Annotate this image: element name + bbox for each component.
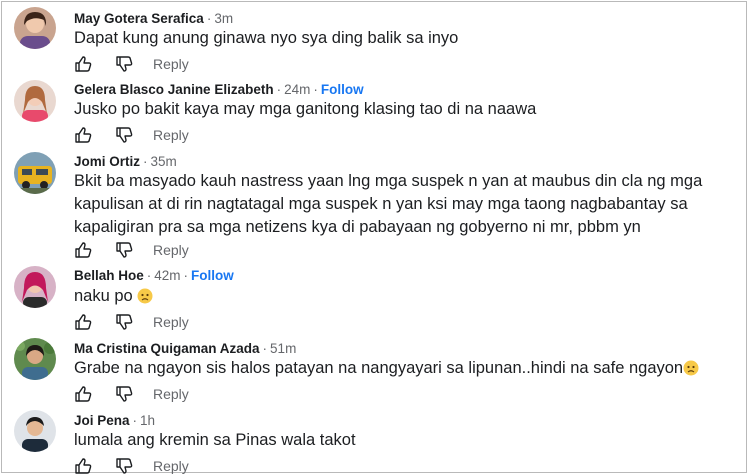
comment-text: Bkit ba masyado kauh nastress yaan lng m… (74, 172, 703, 236)
comment-text: lumala ang kremin sa Pinas wala takot (74, 431, 356, 449)
avatar[interactable] (14, 152, 56, 194)
timestamp[interactable]: 24m (284, 82, 310, 97)
reply-button[interactable]: Reply (153, 458, 189, 474)
comment-actions: Reply (74, 125, 189, 145)
follow-button[interactable]: Follow (191, 268, 234, 283)
comment-meta: May Gotera Serafica · 3m (74, 10, 233, 27)
comment-meta: Bellah Hoe · 42m · Follow (74, 267, 234, 284)
separator: · (276, 82, 282, 97)
thumbs-down-icon[interactable] (115, 313, 133, 331)
author-name[interactable]: Bellah Hoe (74, 268, 144, 283)
author-name[interactable]: May Gotera Serafica (74, 11, 204, 26)
worried-face-emoji-icon (683, 360, 699, 376)
timestamp[interactable]: 1h (140, 413, 155, 428)
avatar[interactable] (14, 80, 56, 122)
thumbs-down-icon[interactable] (115, 241, 133, 259)
avatar[interactable] (14, 338, 56, 380)
reply-button[interactable]: Reply (153, 56, 189, 72)
thumbs-up-icon[interactable] (74, 313, 92, 331)
comment-actions: Reply (74, 240, 189, 260)
author-name[interactable]: Ma Cristina Quigaman Azada (74, 341, 260, 356)
comment-meta: Jomi Ortiz · 35m (74, 153, 177, 170)
author-name[interactable]: Gelera Blasco Janine Elizabeth (74, 82, 274, 97)
separator: · (143, 154, 148, 169)
reply-button[interactable]: Reply (153, 386, 189, 402)
separator: · (183, 268, 189, 283)
timestamp[interactable]: 35m (151, 154, 177, 169)
thumbs-up-icon[interactable] (74, 385, 92, 403)
comment-actions: Reply (74, 384, 189, 404)
thumbs-up-icon[interactable] (74, 241, 92, 259)
comment-actions: Reply (74, 312, 189, 332)
reply-button[interactable]: Reply (153, 242, 189, 258)
timestamp[interactable]: 42m (154, 268, 180, 283)
avatar[interactable] (14, 410, 56, 452)
thumbs-down-icon[interactable] (115, 126, 133, 144)
thumbs-down-icon[interactable] (115, 55, 133, 73)
timestamp[interactable]: 51m (270, 341, 296, 356)
comment-meta: Joi Pena · 1h (74, 412, 155, 429)
separator: · (206, 11, 212, 26)
thumbs-up-icon[interactable] (74, 126, 92, 144)
worried-face-emoji-icon (137, 288, 153, 304)
reply-button[interactable]: Reply (153, 127, 189, 143)
comment-meta: Gelera Blasco Janine Elizabeth · 24m · Follo… (74, 81, 364, 98)
comment-text-content: Grabe na ngayon sis halos patayan na nan… (74, 359, 684, 377)
thumbs-down-icon[interactable] (115, 385, 133, 403)
author-name[interactable]: Joi Pena (74, 413, 130, 428)
thumbs-up-icon[interactable] (74, 55, 92, 73)
comment-text: naku po (74, 285, 714, 308)
comment-text-content: naku po (74, 287, 133, 305)
comment-meta: Ma Cristina Quigaman Azada · 51m (74, 340, 296, 357)
separator: · (313, 82, 318, 97)
separator: · (132, 413, 138, 428)
comment-text: Grabe na ngayon sis halos patayan na nan… (74, 357, 714, 380)
avatar[interactable] (14, 7, 56, 49)
avatar[interactable] (14, 266, 56, 308)
timestamp[interactable]: 3m (214, 11, 233, 26)
comment-actions: Reply (74, 456, 189, 476)
separator: · (262, 341, 268, 356)
reply-button[interactable]: Reply (153, 314, 189, 330)
thumbs-up-icon[interactable] (74, 457, 92, 475)
separator: · (146, 268, 152, 283)
comment-text: Jusko po bakit kaya may mga ganitong kla… (74, 100, 537, 118)
comment-actions: Reply (74, 54, 189, 74)
author-name[interactable]: Jomi Ortiz (74, 154, 140, 169)
comments-panel: May Gotera Serafica · 3m Dapat kung anung … (1, 1, 747, 476)
follow-button[interactable]: Follow (321, 82, 364, 97)
thumbs-down-icon[interactable] (115, 457, 133, 475)
comment-text: Dapat kung anung ginawa nyo sya ding bal… (74, 29, 459, 47)
